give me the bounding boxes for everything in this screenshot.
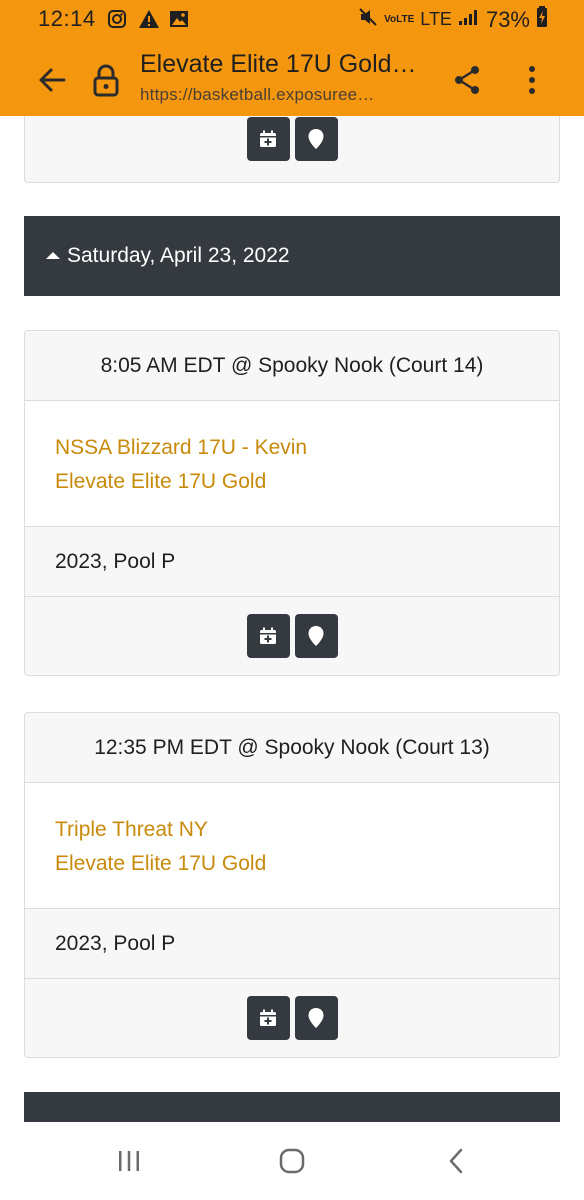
game-pool: 2023, Pool P bbox=[25, 527, 559, 597]
battery-percent: 73% bbox=[485, 6, 530, 32]
home-icon[interactable] bbox=[276, 1146, 308, 1176]
day-header-next[interactable] bbox=[24, 1092, 560, 1122]
team-link[interactable]: NSSA Blizzard 17U - Kevin bbox=[55, 431, 559, 465]
calendar-add-icon[interactable] bbox=[246, 996, 290, 1040]
day-label: Saturday, April 23, 2022 bbox=[67, 244, 290, 267]
warning-icon bbox=[138, 9, 160, 29]
more-vert-icon[interactable] bbox=[520, 64, 544, 96]
share-icon[interactable] bbox=[452, 64, 482, 96]
schedule-content[interactable]: Saturday, April 23, 2022 8:05 AM EDT @ S… bbox=[0, 116, 584, 1122]
mute-icon bbox=[358, 7, 378, 32]
status-time: 12:14 bbox=[38, 6, 96, 31]
game-teams: NSSA Blizzard 17U - Kevin Elevate Elite … bbox=[25, 401, 559, 527]
game-teams: Triple Threat NY Elevate Elite 17U Gold bbox=[25, 783, 559, 909]
battery-charging-icon bbox=[536, 6, 548, 33]
title-block[interactable]: Elevate Elite 17U Gold… https://basketba… bbox=[140, 50, 430, 105]
game-time-location: 8:05 AM EDT @ Spooky Nook (Court 14) bbox=[25, 331, 559, 401]
game-actions bbox=[25, 979, 559, 1057]
recent-apps-icon[interactable] bbox=[114, 1146, 144, 1176]
team-link[interactable]: Elevate Elite 17U Gold bbox=[55, 847, 559, 881]
team-link[interactable]: Elevate Elite 17U Gold bbox=[55, 465, 559, 499]
map-marker-icon[interactable] bbox=[294, 614, 338, 658]
back-arrow-icon[interactable] bbox=[34, 62, 70, 98]
status-bar: 12:14 VoLTE LTE 73% bbox=[0, 0, 584, 40]
game-card: 12:35 PM EDT @ Spooky Nook (Court 13) Tr… bbox=[24, 712, 560, 1058]
game-time-location: 12:35 PM EDT @ Spooky Nook (Court 13) bbox=[25, 713, 559, 783]
back-icon[interactable] bbox=[442, 1146, 470, 1176]
caret-up-icon bbox=[46, 251, 60, 259]
system-nav-bar bbox=[0, 1122, 584, 1200]
page-title: Elevate Elite 17U Gold… bbox=[140, 50, 417, 78]
top-bar: 12:14 VoLTE LTE 73% Elevate Elite 17U Go… bbox=[0, 0, 584, 116]
game-actions bbox=[25, 597, 559, 675]
map-marker-icon[interactable] bbox=[294, 116, 338, 161]
browser-app-bar: Elevate Elite 17U Gold… https://basketba… bbox=[0, 40, 584, 116]
network-label: LTE bbox=[420, 9, 452, 29]
day-header-toggle[interactable]: Saturday, April 23, 2022 bbox=[24, 216, 560, 296]
game-card: 8:05 AM EDT @ Spooky Nook (Court 14) NSS… bbox=[24, 330, 560, 676]
image-icon bbox=[168, 9, 190, 29]
volte-label: VoLTE bbox=[384, 13, 415, 25]
team-link[interactable]: Triple Threat NY bbox=[55, 813, 559, 847]
calendar-add-icon[interactable] bbox=[246, 116, 290, 161]
calendar-add-icon[interactable] bbox=[246, 614, 290, 658]
game-pool: 2023, Pool P bbox=[25, 909, 559, 979]
game-actions bbox=[25, 116, 559, 182]
status-right-group: VoLTE LTE 73% bbox=[358, 6, 548, 33]
signal-icon bbox=[458, 8, 480, 31]
instagram-icon bbox=[106, 9, 128, 29]
map-marker-icon[interactable] bbox=[294, 996, 338, 1040]
page-url: https://basketball.exposureе… bbox=[140, 85, 375, 104]
lock-icon[interactable] bbox=[92, 64, 120, 98]
game-card-partial bbox=[24, 116, 560, 183]
